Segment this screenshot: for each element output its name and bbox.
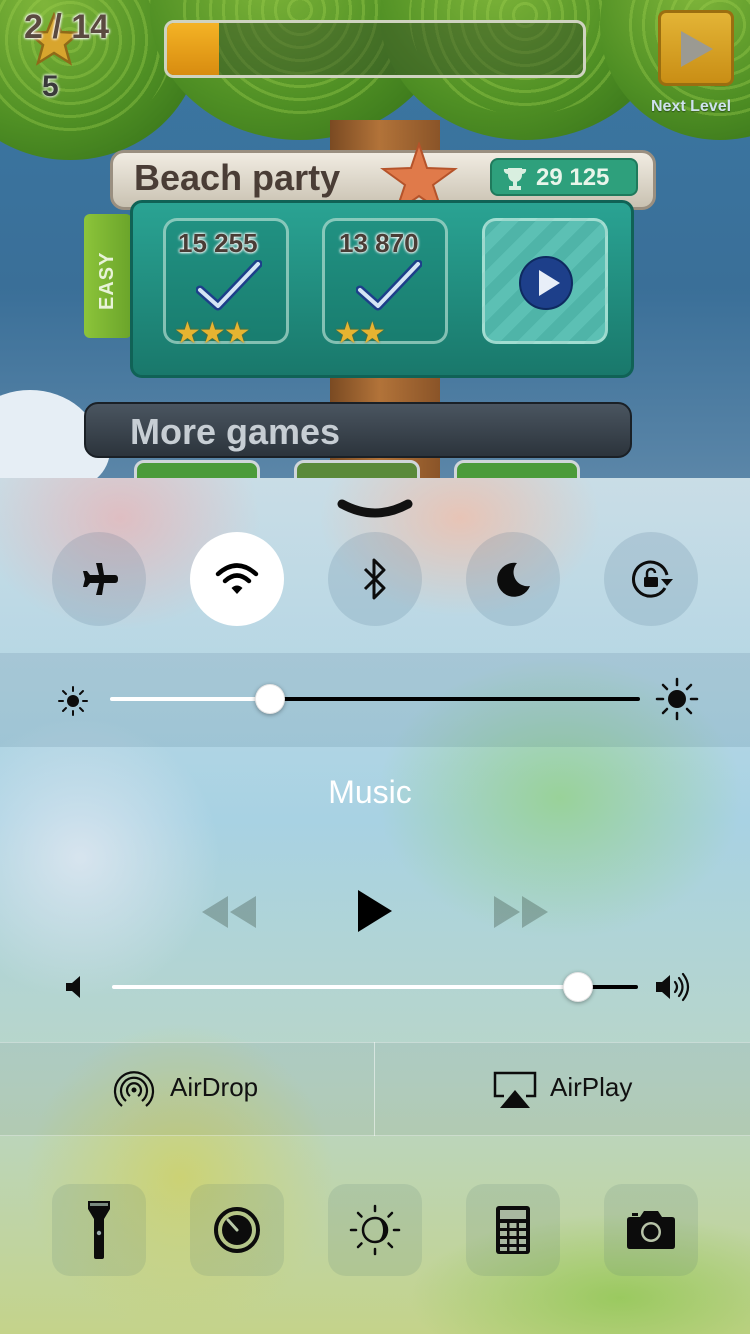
flashlight-icon: [88, 1201, 110, 1259]
volume-slider[interactable]: [112, 972, 638, 1002]
progress-fill: [167, 23, 219, 75]
airplay-label: AirPlay: [550, 1072, 633, 1102]
trophy-score-badge: 29 125: [490, 158, 638, 196]
control-center: Music AirDrop AirPlay: [0, 478, 750, 1334]
difficulty-tab[interactable]: EASY: [84, 214, 132, 338]
moon-icon: [497, 562, 530, 597]
brightness-track-remaining: [270, 697, 640, 701]
timer-icon: [214, 1207, 260, 1253]
flashlight-button[interactable]: [52, 1184, 146, 1276]
next-level-label: Next Level: [651, 98, 732, 115]
star-count: 5: [42, 70, 59, 103]
night-shift-button[interactable]: [328, 1184, 422, 1276]
level-score: 13 870: [339, 228, 419, 258]
play-icon[interactable]: [356, 888, 394, 934]
game-screen: 5 2 / 14 Next Level Beach party 29 125 E…: [0, 0, 750, 478]
checkmark-icon: [196, 260, 262, 311]
level-progress-bar: [164, 20, 586, 78]
progress-text: 2 / 14: [24, 8, 110, 46]
next-level-button[interactable]: [658, 10, 734, 86]
play-icon: [519, 256, 573, 310]
fast-forward-icon[interactable]: [492, 894, 550, 930]
music-title: Music: [328, 774, 412, 810]
do-not-disturb-toggle[interactable]: [466, 532, 560, 626]
rotation-lock-icon: [632, 560, 673, 598]
difficulty-label: EASY: [96, 251, 118, 310]
volume-low-icon: [66, 976, 80, 998]
airplane-mode-toggle[interactable]: [52, 532, 146, 626]
camera-button[interactable]: [604, 1184, 698, 1276]
play-icon: [681, 31, 713, 67]
game-thumbnail[interactable]: [294, 460, 420, 478]
level-card-3[interactable]: [482, 218, 608, 344]
rotation-lock-toggle[interactable]: [604, 532, 698, 626]
wifi-icon: [215, 563, 259, 594]
brightness-slider[interactable]: [110, 684, 640, 714]
timer-button[interactable]: [190, 1184, 284, 1276]
level-title: Beach party: [134, 157, 341, 198]
level-stars: ★★: [334, 317, 386, 350]
more-games-label: More games: [130, 411, 341, 452]
bluetooth-icon: [363, 558, 386, 600]
airplane-icon: [83, 563, 118, 595]
chevron-down-icon[interactable]: [336, 496, 414, 522]
game-thumbnail[interactable]: [454, 460, 580, 478]
calculator-button[interactable]: [466, 1184, 560, 1276]
calculator-icon: [496, 1206, 530, 1254]
airplay-icon: [493, 1071, 537, 1108]
trophy-icon: [503, 168, 527, 190]
airdrop-icon: [113, 1071, 155, 1107]
brightness-knob[interactable]: [255, 684, 285, 714]
airdrop-label: AirDrop: [170, 1072, 259, 1102]
trophy-score: 29 125: [536, 164, 610, 191]
bluetooth-toggle[interactable]: [328, 532, 422, 626]
game-thumbnail[interactable]: [134, 460, 260, 478]
brightness-fill: [110, 697, 270, 701]
rewind-icon[interactable]: [200, 894, 258, 930]
level-stars: ★★★: [174, 317, 251, 350]
volume-fill: [112, 985, 578, 989]
volume-high-icon: [656, 972, 690, 1002]
volume-knob[interactable]: [563, 972, 593, 1002]
brightness-low-icon: [58, 686, 88, 716]
brightness-high-icon: [655, 677, 699, 721]
checkmark-icon: [356, 260, 422, 311]
night-shift-icon: [349, 1204, 401, 1256]
camera-icon: [627, 1211, 675, 1249]
wifi-toggle[interactable]: [190, 532, 284, 626]
level-score: 15 255: [178, 228, 258, 258]
